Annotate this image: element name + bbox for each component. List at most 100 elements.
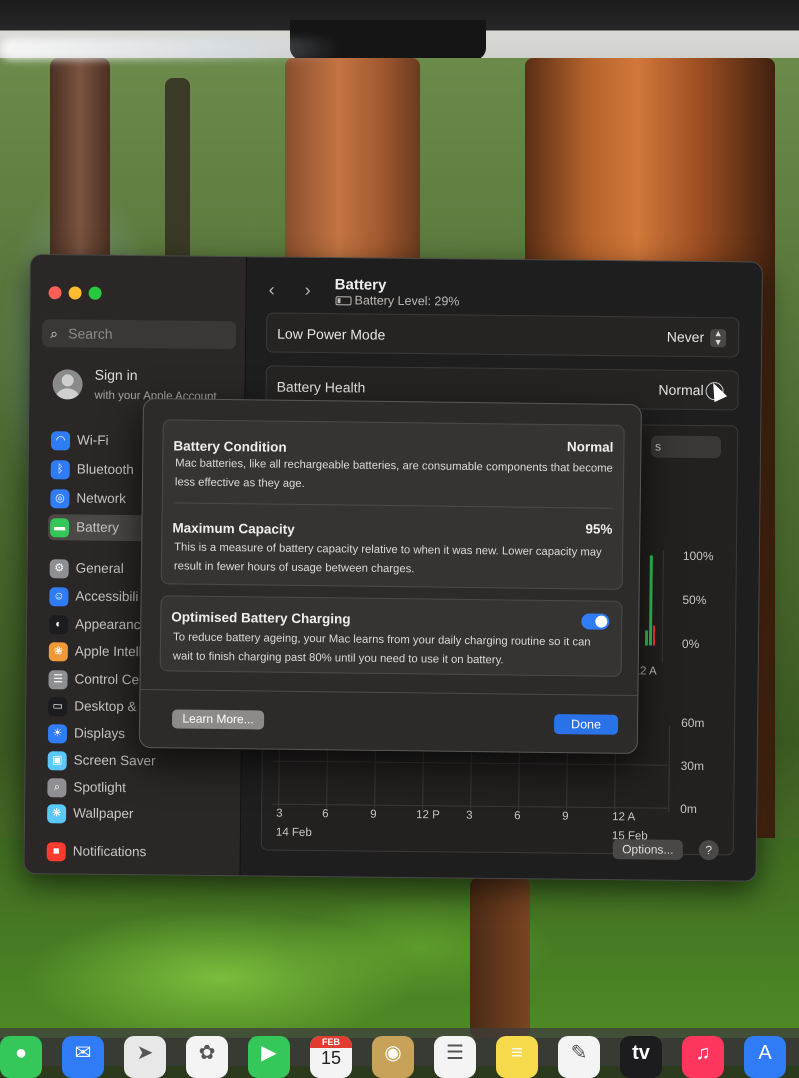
sidebar-item-label: Displays [73, 725, 126, 742]
accessibility-icon: ☺ [49, 587, 69, 607]
done-button[interactable]: Done [553, 714, 619, 735]
tree-trunk [470, 878, 530, 1038]
sidebar-item-label: Network [76, 490, 127, 507]
x-tick-label: 6 [514, 810, 521, 823]
maximum-capacity-desc: This is a measure of battery capacity re… [173, 541, 602, 576]
back-arrow-icon[interactable]: ‹ [269, 280, 275, 301]
control-centre-icon: ☰ [48, 670, 68, 690]
sidebar-item-notifications[interactable]: ■ Notifications [45, 838, 235, 866]
tv-label: tv [632, 1042, 650, 1064]
x-tick-label: 12 A [612, 811, 636, 824]
sidebar-item-spotlight[interactable]: ⌕ Spotlight [45, 774, 235, 802]
battery-level-icon [335, 296, 352, 306]
popup-stepper-icon[interactable]: ▲ ▼ [710, 328, 727, 348]
search-icon: ⌕ [50, 325, 59, 342]
learn-more-button[interactable]: Learn More... [171, 709, 265, 730]
contacts-icon[interactable]: ◉ [372, 1036, 414, 1078]
x-tick-label: 12 P [416, 809, 440, 822]
sidebar-item-label: Battery [76, 519, 120, 535]
maximum-capacity-title: Maximum Capacity [172, 520, 295, 537]
sidebar-item-label: Apple Intell [74, 643, 142, 660]
mail-icon[interactable]: ✉ [62, 1036, 104, 1078]
x-tick-label: 9 [562, 810, 569, 823]
music-icon[interactable]: ♫ [682, 1036, 724, 1078]
battery-condition-desc: Mac batteries, like all rechargeable bat… [174, 457, 613, 490]
sidebar-item-label: Screen Saver [73, 752, 156, 769]
battery-condition-title: Battery Condition [173, 438, 287, 455]
reminders-icon[interactable]: ☰ [434, 1036, 476, 1078]
level-bar [644, 630, 649, 646]
sidebar-item-screen-saver[interactable]: ▣ Screen Saver [46, 747, 236, 775]
low-power-mode-label: Low Power Mode [277, 325, 386, 343]
sidebar-item-wallpaper[interactable]: ❋ Wallpaper [45, 800, 235, 828]
grid-line [668, 725, 671, 812]
battery-health-label: Battery Health [276, 378, 366, 396]
search-placeholder: Search [68, 325, 113, 342]
optimised-charging-toggle[interactable] [581, 613, 610, 630]
bluetooth-icon: ᛒ [50, 460, 70, 480]
usage-tick-0m: 0m [680, 801, 697, 817]
sidebar-item-label: Bluetooth [76, 461, 134, 478]
wallpaper-icon: ❋ [47, 804, 67, 824]
divider [172, 502, 613, 509]
screen-glare [0, 38, 340, 60]
low-power-mode-row: Low Power Mode Never ▲ ▼ [265, 312, 740, 358]
sidebar-item-label: Notifications [72, 843, 147, 860]
minimize-window-button[interactable] [68, 286, 82, 300]
x-tick-label: 9 [370, 808, 377, 821]
x-tick-label: 3 [276, 807, 283, 820]
notifications-icon: ■ [46, 842, 66, 862]
facetime-icon[interactable]: ▶ [248, 1036, 290, 1078]
date-start: 14 Feb [275, 826, 312, 839]
sidebar-item-label: General [75, 560, 124, 576]
displays-icon: ☀ [47, 724, 68, 744]
signin-title[interactable]: Sign in [95, 367, 138, 383]
sidebar-item-label: Accessibili [75, 588, 139, 605]
sidebar-item-label: Spotlight [73, 779, 127, 796]
notes-icon[interactable]: ≡ [496, 1036, 538, 1078]
calendar-day: 15 [320, 1048, 342, 1068]
close-window-button[interactable] [48, 286, 62, 300]
wifi-icon: ◠ [50, 431, 71, 451]
battery-icon: ▬ [50, 518, 70, 538]
calendar-month: FEB [310, 1036, 352, 1048]
app-store-icon[interactable]: A [744, 1036, 786, 1078]
desktop-dock-icon: ▭ [48, 697, 68, 717]
freeform-icon[interactable]: ✎ [558, 1036, 600, 1078]
optimised-charging-desc: To reduce battery ageing, your Mac learn… [172, 631, 591, 667]
maps-icon[interactable]: ➤ [124, 1036, 166, 1078]
globe-icon: ◎ [50, 489, 70, 509]
sidebar-list: ◠ Wi-Fi ᛒ Bluetooth ◎ Network ▬ Battery ⚙ General… [31, 255, 246, 862]
charging-card: Optimised Battery Charging To reduce bat… [159, 595, 623, 677]
photos-icon[interactable]: ✿ [186, 1036, 228, 1078]
battery-health-value: Normal [658, 381, 704, 399]
maximum-capacity-value: 95% [585, 521, 613, 537]
x-tick-label: 6 [322, 808, 329, 821]
messages-icon[interactable]: ● [0, 1036, 42, 1078]
gear-icon: ⚙ [49, 559, 69, 579]
optimised-charging-title: Optimised Battery Charging [171, 609, 351, 627]
battery-health-sheet: Battery Condition Normal Mac batteries, … [138, 398, 642, 755]
chart-segmented-control[interactable]: s [650, 435, 722, 459]
calendar-icon[interactable]: FEB 15 [310, 1036, 352, 1078]
battery-condition-value: Normal [566, 439, 614, 455]
appearance-icon: ◐ [49, 615, 69, 635]
low-power-mode-value[interactable]: Never [667, 329, 705, 345]
search-input[interactable]: ⌕ Search [42, 319, 237, 350]
health-card: Battery Condition Normal Mac batteries, … [160, 419, 625, 590]
avatar[interactable] [52, 369, 83, 400]
tv-icon[interactable]: tv [620, 1036, 662, 1078]
x-tick-label: 3 [466, 809, 473, 822]
zoom-window-button[interactable] [88, 286, 102, 300]
options-button[interactable]: Options... [612, 839, 683, 860]
help-button[interactable]: ? [698, 840, 719, 861]
sidebar-item-label: Wallpaper [73, 805, 134, 822]
sidebar-item-label: Wi-Fi [76, 432, 109, 448]
forward-arrow-icon[interactable]: › [305, 280, 311, 301]
usage-tick-60m: 60m [681, 715, 705, 731]
sidebar-item-label: Appearanc [75, 616, 141, 633]
grid-line [661, 550, 664, 663]
dock: ● ✉ ➤ ✿ ▶ FEB 15 ◉ ☰ ≡ ✎ tv ♫ A [0, 1028, 799, 1078]
sidebar-item-label: Control Ce [74, 671, 140, 688]
page-title: Battery [334, 276, 387, 294]
